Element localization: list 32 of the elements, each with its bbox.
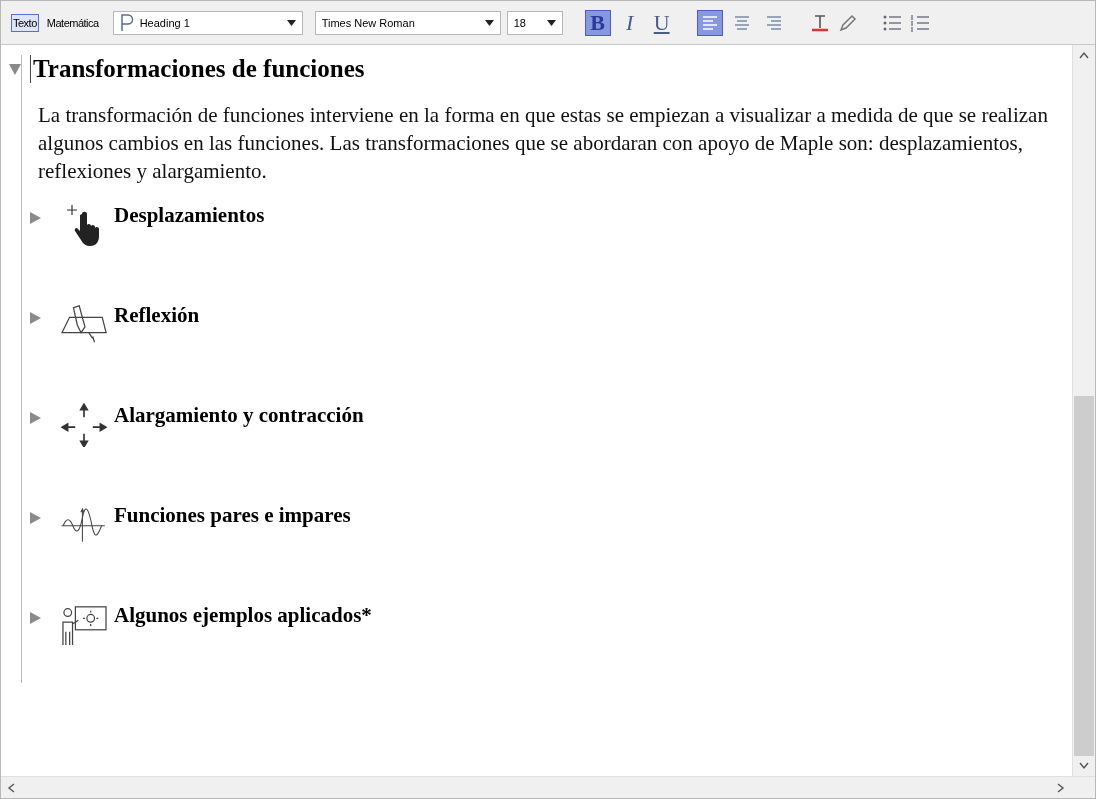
scrollbar-thumb[interactable] [1074, 396, 1094, 756]
expand-triangle-icon[interactable] [28, 611, 42, 625]
scroll-up-icon[interactable] [1079, 51, 1089, 59]
scroll-left-icon[interactable] [7, 783, 15, 793]
underline-button[interactable]: U [648, 9, 675, 36]
presenter-board-icon [60, 603, 108, 647]
expand-triangle-icon[interactable] [28, 311, 42, 325]
paragraph-style-icon [119, 13, 134, 32]
subsection-heading: Reflexión [114, 303, 200, 328]
mode-tab[interactable]: Texto [11, 13, 39, 32]
mode-tab[interactable]: Matemática [44, 13, 101, 32]
collapse-triangle-icon[interactable] [8, 62, 22, 76]
font-size-dropdown[interactable]: 18 [506, 10, 563, 35]
subsection-heading: Algunos ejemplos aplicados* [114, 603, 372, 628]
subsection-heading: Funciones pares e impares [114, 503, 351, 528]
section-heading: Transformaciones de funciones [30, 55, 365, 83]
four-arrows-icon [60, 403, 108, 447]
subsection-heading: Alargamiento y contracción [114, 403, 364, 428]
align-left-button[interactable] [696, 9, 723, 36]
dropdown-caret-icon [546, 19, 556, 26]
scroll-right-icon[interactable] [1057, 783, 1065, 793]
dropdown-caret-icon [484, 19, 494, 26]
dropdown-caret-icon [286, 19, 296, 26]
expand-triangle-icon[interactable] [28, 511, 42, 525]
intro-paragraph: La transformación de funciones interviene en la forma en que estas se empiezan a visualizar a medida de que se realizan algunos cambios en las funciones. Las transformaciones que se abordaran con apoyo de Maple son: desplazamientos, reflexiones y alargamiento. [38, 102, 1049, 185]
font-dropdown[interactable]: Times New Roman [314, 10, 501, 35]
expand-triangle-icon[interactable] [28, 211, 42, 225]
italic-button[interactable]: I [616, 9, 643, 36]
scroll-down-icon[interactable] [1079, 762, 1089, 770]
subsection-heading: Desplazamientos [114, 203, 265, 228]
style-dropdown[interactable]: Heading 1 [112, 10, 303, 35]
expand-triangle-icon[interactable] [28, 411, 42, 425]
